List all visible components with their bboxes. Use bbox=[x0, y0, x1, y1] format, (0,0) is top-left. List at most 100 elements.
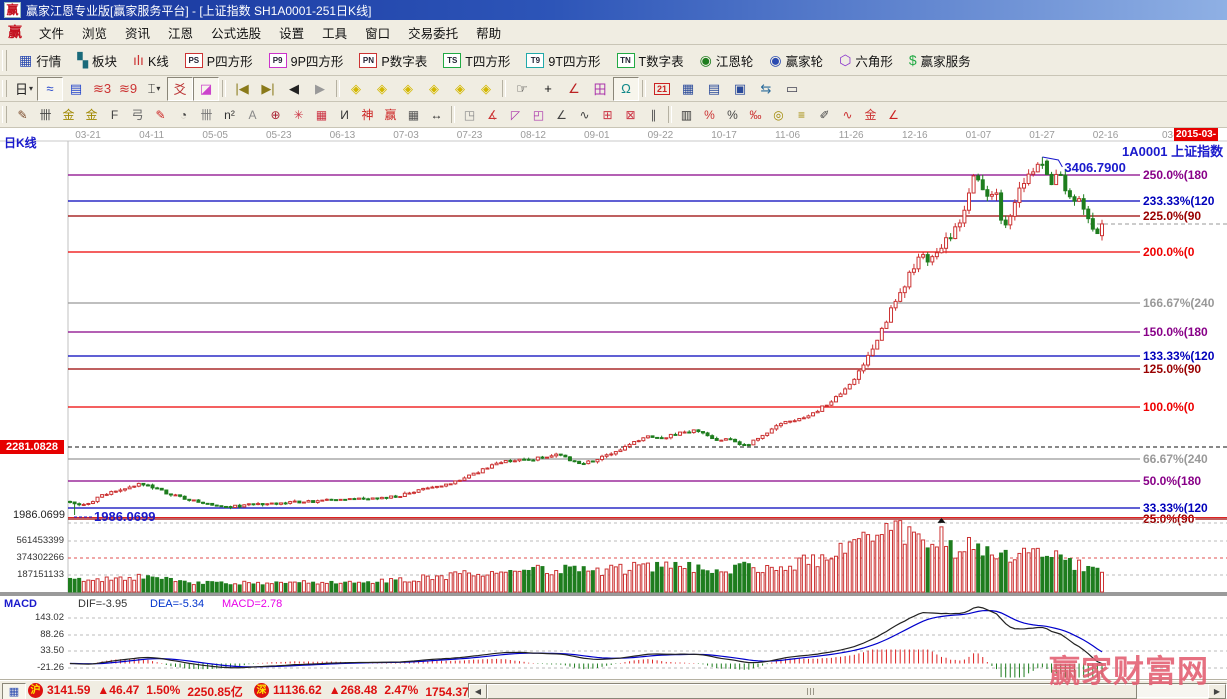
toolbar-button-t-square[interactable]: TST四方形 bbox=[435, 48, 518, 73]
draw-tool-5-icon[interactable]: F bbox=[103, 103, 126, 126]
toolbar-button-sectors[interactable]: ▚板块 bbox=[69, 48, 125, 73]
diamond-nav-5-icon[interactable]: ◈ bbox=[447, 77, 473, 101]
chart-region[interactable]: 03-2104-1105-0505-2306-1307-0307-2308-12… bbox=[0, 128, 1227, 680]
draw-tool-24-icon[interactable]: ◰ bbox=[527, 103, 550, 126]
draw-tool-12-icon[interactable]: ⊕ bbox=[264, 103, 287, 126]
draw-tool-9-icon[interactable]: 卌 bbox=[195, 103, 218, 126]
draw-tool-32-icon[interactable]: % bbox=[698, 103, 721, 126]
period-selector-icon[interactable]: 日▾ bbox=[11, 77, 37, 101]
draw-tool-13-icon[interactable]: ✳ bbox=[287, 103, 310, 126]
draw-tool-40-icon[interactable]: ∠ bbox=[882, 103, 905, 126]
angle-measure-icon[interactable]: ∠ bbox=[561, 77, 587, 101]
draw-tool-27-icon[interactable]: ⊞ bbox=[596, 103, 619, 126]
cycle-tool-icon[interactable]: Ω bbox=[613, 77, 639, 101]
draw-tool-14-icon[interactable]: ▦ bbox=[310, 103, 333, 126]
draw-tool-28-icon[interactable]: ⊠ bbox=[619, 103, 642, 126]
scroll-right-icon[interactable]: ▶ bbox=[1208, 684, 1226, 699]
diamond-nav-2-icon[interactable]: ◈ bbox=[369, 77, 395, 101]
draw-tool-6-icon[interactable]: 弓 bbox=[126, 103, 149, 126]
toolbar-button-9p-square[interactable]: P99P四方形 bbox=[261, 48, 352, 73]
scrollbar-thumb[interactable] bbox=[487, 684, 1137, 699]
draw-tool-26-icon[interactable]: ∿ bbox=[573, 103, 596, 126]
toolbar-button-winner-service[interactable]: $赢家服务 bbox=[901, 48, 979, 73]
drag-hand-icon[interactable]: ☞ bbox=[509, 77, 535, 101]
report-notes-icon[interactable]: ▤ bbox=[701, 77, 727, 101]
gann-chart-tool-icon[interactable]: 爻 bbox=[167, 77, 193, 101]
draw-tool-31-icon[interactable]: ▥ bbox=[675, 103, 698, 126]
menu-item-1[interactable]: 文件 bbox=[30, 20, 73, 45]
draw-tool-2-icon[interactable]: 卌 bbox=[34, 103, 57, 126]
diamond-nav-4-icon[interactable]: ◈ bbox=[421, 77, 447, 101]
zoom-region-icon[interactable]: ≈ bbox=[37, 77, 63, 101]
menu-item-4[interactable]: 江恩 bbox=[159, 20, 202, 45]
timeshare-view-icon[interactable]: ◪ bbox=[193, 77, 219, 101]
draw-tool-18-icon[interactable]: ▦ bbox=[402, 103, 425, 126]
draw-tool-1-icon[interactable]: ✎ bbox=[11, 103, 34, 126]
candle-style-icon[interactable]: ⌶▾ bbox=[141, 77, 167, 101]
macd-histogram-bar bbox=[698, 664, 699, 665]
volume-bar bbox=[972, 550, 975, 592]
save-icon[interactable]: ▣ bbox=[727, 77, 753, 101]
diamond-nav-3-icon[interactable]: ◈ bbox=[395, 77, 421, 101]
draw-tool-22-icon[interactable]: ∡ bbox=[481, 103, 504, 126]
draw-tool-4-icon[interactable]: 金 bbox=[80, 103, 103, 126]
menu-item-10[interactable]: 帮助 bbox=[467, 20, 510, 45]
draw-tool-16-icon[interactable]: 神 bbox=[356, 103, 379, 126]
draw-tool-37-icon[interactable]: ✐ bbox=[813, 103, 836, 126]
draw-tool-11-icon[interactable]: A bbox=[241, 103, 264, 126]
draw-tool-38-icon[interactable]: ∿ bbox=[836, 103, 859, 126]
draw-tool-34-icon[interactable]: ‰ bbox=[744, 103, 767, 126]
toolbar-button-p-square[interactable]: PSP四方形 bbox=[177, 48, 261, 73]
draw-tool-3-icon[interactable]: 金 bbox=[57, 103, 80, 126]
calendar-21-icon[interactable]: 21 bbox=[649, 77, 675, 101]
toolbar-button-9t-square[interactable]: T99T四方形 bbox=[518, 48, 608, 73]
wave-3-icon[interactable]: ≋3 bbox=[89, 77, 115, 101]
printer-icon[interactable]: ▭ bbox=[779, 77, 805, 101]
goto-first-icon[interactable]: |◀ bbox=[229, 77, 255, 101]
gann-square-tool-icon[interactable]: 田 bbox=[587, 77, 613, 101]
draw-tool-8-icon[interactable]: ◔ bbox=[172, 103, 195, 126]
toolbar-button-hexagon[interactable]: ⬡六角形 bbox=[831, 48, 901, 73]
toolbar-button-winner-wheel[interactable]: ◉赢家轮 bbox=[761, 48, 831, 73]
draw-tool-10-icon[interactable]: n² bbox=[218, 103, 241, 126]
draw-tool-29-icon[interactable]: ∥ bbox=[642, 103, 665, 126]
info-doc-icon[interactable]: ▤ bbox=[63, 77, 89, 101]
toolbar-separator bbox=[668, 106, 672, 124]
calculator-icon[interactable]: ▦ bbox=[675, 77, 701, 101]
menu-item-7[interactable]: 工具 bbox=[313, 20, 356, 45]
draw-tool-23-icon[interactable]: ◸ bbox=[504, 103, 527, 126]
menu-item-9[interactable]: 交易委托 bbox=[399, 20, 467, 45]
toolbar-button-p-number-table[interactable]: PNP数字表 bbox=[351, 48, 435, 73]
diamond-nav-1-icon[interactable]: ◈ bbox=[343, 77, 369, 101]
draw-tool-25-icon[interactable]: ∠ bbox=[550, 103, 573, 126]
prev-bar-icon[interactable]: ◀ bbox=[281, 77, 307, 101]
draw-tool-36-icon[interactable]: ≡ bbox=[790, 103, 813, 126]
title-bar[interactable]: 赢 赢家江恩专业版[赢家服务平台] - [上证指数 SH1A0001-251日K… bbox=[0, 0, 1227, 20]
draw-tool-17-icon[interactable]: 赢 bbox=[379, 103, 402, 126]
quote-grid-icon[interactable]: ▦ bbox=[2, 683, 26, 699]
draw-tool-35-icon[interactable]: ◎ bbox=[767, 103, 790, 126]
crosshair-icon[interactable]: + bbox=[535, 77, 561, 101]
goto-last-icon[interactable]: ▶| bbox=[255, 77, 281, 101]
draw-tool-15-icon[interactable]: И bbox=[333, 103, 356, 126]
toolbar-button-kline[interactable]: ılıK线 bbox=[125, 48, 177, 73]
menu-item-2[interactable]: 浏览 bbox=[73, 20, 116, 45]
menu-item-3[interactable]: 资讯 bbox=[116, 20, 159, 45]
menu-item-5[interactable]: 公式选股 bbox=[202, 20, 270, 45]
menu-item-8[interactable]: 窗口 bbox=[356, 20, 399, 45]
network-icon[interactable]: ⇆ bbox=[753, 77, 779, 101]
toolbar-button-t-number-table[interactable]: TNT数字表 bbox=[609, 48, 692, 73]
menu-item-6[interactable]: 设置 bbox=[270, 20, 313, 45]
wave-9-icon[interactable]: ≋9 bbox=[115, 77, 141, 101]
toolbar-button-gann-wheel[interactable]: ◉江恩轮 bbox=[692, 48, 762, 73]
draw-tool-19-icon[interactable]: ↔ bbox=[425, 103, 448, 126]
draw-tool-39-icon[interactable]: 金 bbox=[859, 103, 882, 126]
diamond-nav-6-icon[interactable]: ◈ bbox=[473, 77, 499, 101]
draw-tool-33-icon[interactable]: % bbox=[721, 103, 744, 126]
scroll-left-icon[interactable]: ◀ bbox=[469, 684, 487, 699]
draw-tool-21-icon[interactable]: ◳ bbox=[458, 103, 481, 126]
candlestick bbox=[747, 445, 750, 446]
next-bar-icon[interactable]: ▶ bbox=[307, 77, 333, 101]
toolbar-button-quotes[interactable]: ▦行情 bbox=[11, 48, 69, 73]
draw-tool-7-icon[interactable]: ✎ bbox=[149, 103, 172, 126]
